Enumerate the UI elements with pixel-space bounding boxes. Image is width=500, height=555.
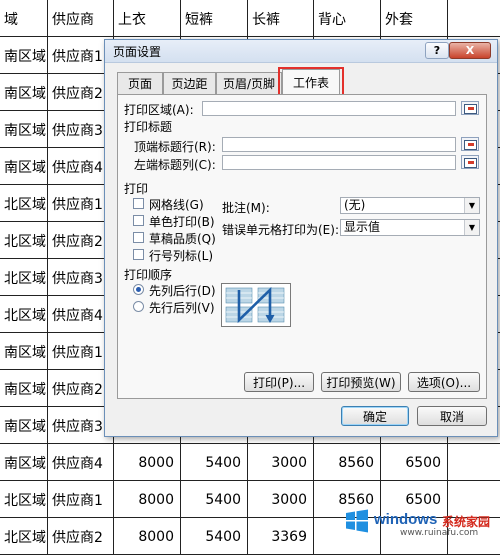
collapse-dialog-icon[interactable] — [461, 155, 479, 169]
tab-highlight-box — [278, 67, 344, 97]
table-cell[interactable]: 南区域 — [0, 37, 48, 74]
cell-errors-value: 显示值 — [344, 220, 381, 234]
watermark-logo: windows 系统家园 www.ruinafu.com — [342, 502, 500, 540]
header-cell[interactable]: 长裤 — [248, 0, 314, 37]
chevron-down-icon[interactable]: ▼ — [464, 198, 479, 213]
print-group-label: 打印 — [124, 182, 149, 196]
table-cell[interactable]: 3000 — [248, 444, 314, 481]
table-cell[interactable]: 北区域 — [0, 222, 48, 259]
table-cell[interactable]: 北区域 — [0, 296, 48, 333]
over-then-down-radio[interactable] — [133, 301, 144, 312]
comments-value: (无) — [344, 198, 366, 212]
rows-to-repeat-label: 顶端标题行(R): — [134, 140, 216, 154]
chevron-down-icon[interactable]: ▼ — [464, 220, 479, 235]
down-then-over-radio[interactable] — [133, 284, 144, 295]
dialog-title: 页面设置 — [113, 45, 162, 59]
table-cell[interactable]: 南区域 — [0, 407, 48, 444]
over-then-down-label: 先行后列(V) — [149, 301, 215, 315]
table-cell[interactable]: 8000 — [114, 481, 181, 518]
table-cell[interactable]: 南区域 — [0, 370, 48, 407]
row-col-headings-label: 行号列标(L) — [149, 249, 214, 263]
draft-quality-label: 草稿品质(Q) — [149, 232, 216, 246]
watermark-url: www.ruinafu.com — [400, 528, 479, 538]
collapse-dialog-icon[interactable] — [461, 137, 479, 151]
table-cell[interactable]: 南区域 — [0, 333, 48, 370]
cols-to-repeat-label: 左端标题列(C): — [134, 158, 216, 172]
header-cell[interactable]: 域 — [0, 0, 48, 37]
sheet-tab-panel: 打印区域(A): 打印标题 顶端标题行(R): 左端标题列(C): 打印 网格线… — [117, 94, 487, 399]
header-cell[interactable]: 供应商 — [48, 0, 114, 37]
tab-header-footer[interactable]: 页眉/页脚 — [216, 72, 282, 94]
ok-button[interactable]: 确定 — [341, 406, 409, 426]
table-cell[interactable]: 6500 — [381, 444, 448, 481]
close-button[interactable]: X — [449, 42, 491, 59]
header-row: 域 供应商 上衣 短裤 长裤 背心 外套 — [0, 0, 500, 37]
cell-errors-label: 错误单元格打印为(E): — [222, 223, 339, 237]
page-order-group-label: 打印顺序 — [124, 268, 173, 282]
cols-to-repeat-input[interactable] — [222, 155, 456, 170]
gridlines-checkbox[interactable] — [133, 198, 144, 209]
collapse-dialog-icon[interactable] — [461, 101, 479, 115]
tab-margins[interactable]: 页边距 — [163, 72, 216, 94]
table-cell[interactable]: 8560 — [314, 444, 381, 481]
header-cell[interactable]: 外套 — [381, 0, 448, 37]
table-cell[interactable]: 南区域 — [0, 148, 48, 185]
page-order-preview-icon — [221, 283, 291, 327]
table-cell[interactable]: 8000 — [114, 518, 181, 555]
table-cell[interactable]: 3369 — [248, 518, 314, 555]
rows-to-repeat-input[interactable] — [222, 137, 456, 152]
table-cell[interactable]: 南区域 — [0, 111, 48, 148]
empty-cell[interactable] — [448, 0, 500, 37]
windows-logo-icon — [346, 509, 368, 533]
down-then-over-label: 先列后行(D) — [149, 284, 216, 298]
table-cell[interactable]: 3000 — [248, 481, 314, 518]
table-cell[interactable]: 北区域 — [0, 259, 48, 296]
table-cell[interactable]: 供应商2 — [48, 518, 114, 555]
row-col-headings-checkbox[interactable] — [133, 249, 144, 260]
page-setup-dialog: 页面设置 ? X 页面 页边距 页眉/页脚 工作表 打印区域(A): 打印标题 … — [104, 39, 498, 437]
dialog-titlebar[interactable]: 页面设置 ? X — [105, 40, 497, 63]
cancel-button[interactable]: 取消 — [417, 406, 487, 426]
header-cell[interactable]: 短裤 — [181, 0, 248, 37]
print-area-label: 打印区域(A): — [124, 103, 194, 117]
table-cell[interactable]: 5400 — [181, 444, 248, 481]
print-area-input[interactable] — [202, 101, 456, 116]
empty-cell[interactable] — [448, 444, 500, 481]
black-white-label: 单色打印(B) — [149, 215, 215, 229]
table-row: 南区域 供应商4 8000 5400 3000 8560 6500 — [0, 444, 500, 481]
comments-select[interactable]: (无) ▼ — [340, 197, 480, 214]
table-cell[interactable]: 5400 — [181, 481, 248, 518]
header-cell[interactable]: 上衣 — [114, 0, 181, 37]
table-cell[interactable]: 供应商4 — [48, 444, 114, 481]
print-titles-group-label: 打印标题 — [124, 120, 173, 134]
comments-label: 批注(M): — [222, 201, 270, 215]
watermark-brand: windows — [374, 511, 438, 528]
table-cell[interactable]: 8000 — [114, 444, 181, 481]
black-white-checkbox[interactable] — [133, 215, 144, 226]
cell-errors-select[interactable]: 显示值 ▼ — [340, 219, 480, 236]
table-cell[interactable]: 南区域 — [0, 444, 48, 481]
help-button[interactable]: ? — [425, 42, 449, 59]
options-button[interactable]: 选项(O)... — [408, 372, 480, 392]
table-cell[interactable]: 北区域 — [0, 185, 48, 222]
header-cell[interactable]: 背心 — [314, 0, 381, 37]
table-cell[interactable]: 5400 — [181, 518, 248, 555]
table-cell[interactable]: 南区域 — [0, 74, 48, 111]
gridlines-label: 网格线(G) — [149, 198, 204, 212]
draft-quality-checkbox[interactable] — [133, 232, 144, 243]
print-button[interactable]: 打印(P)... — [244, 372, 314, 392]
table-cell[interactable]: 北区域 — [0, 481, 48, 518]
tab-page[interactable]: 页面 — [117, 72, 163, 94]
print-preview-button[interactable]: 打印预览(W) — [321, 372, 401, 392]
table-cell[interactable]: 供应商1 — [48, 481, 114, 518]
table-cell[interactable]: 北区域 — [0, 518, 48, 555]
